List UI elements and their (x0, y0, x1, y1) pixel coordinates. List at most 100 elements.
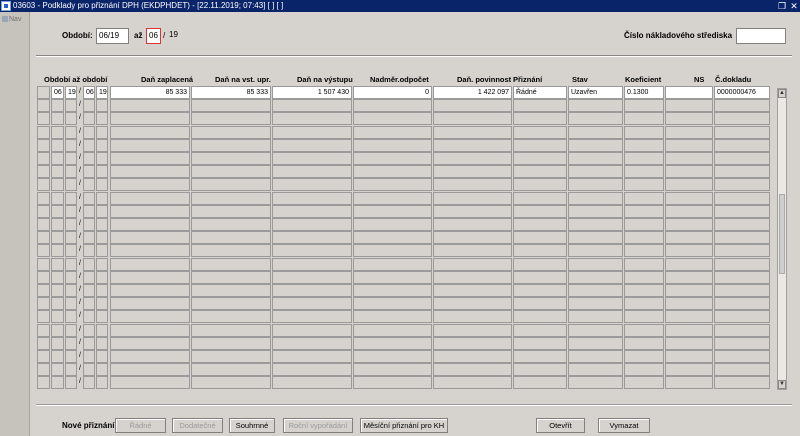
open-button[interactable]: Otevřít (536, 418, 585, 433)
cell-declaration[interactable] (513, 270, 567, 284)
cell-tax-input-adj[interactable] (191, 350, 271, 363)
cell-tax-liability[interactable] (433, 231, 512, 245)
cell-sel[interactable] (37, 178, 50, 192)
cell-ns[interactable] (665, 138, 713, 152)
cell-doc-no[interactable] (714, 204, 770, 218)
cell-declaration[interactable] (513, 323, 567, 337)
cell-declaration[interactable]: Řádné (513, 86, 567, 99)
cell-tax-paid[interactable] (110, 270, 190, 284)
table-scrollbar[interactable]: ▲ ▼ (777, 88, 787, 390)
cell-doc-no[interactable] (714, 363, 770, 377)
cell-tax-input-adj[interactable] (191, 112, 271, 126)
cell-to-year[interactable] (96, 363, 108, 377)
cell-tax-output[interactable] (272, 310, 352, 324)
cell-doc-no[interactable] (714, 284, 770, 297)
cell-sel[interactable] (37, 350, 50, 363)
cell-tax-liability[interactable] (433, 336, 512, 350)
cell-from-year[interactable] (65, 376, 77, 390)
cell-to-year[interactable] (96, 112, 108, 126)
cell-doc-no[interactable] (714, 99, 770, 113)
cell-doc-no[interactable] (714, 152, 770, 165)
cell-tax-paid[interactable] (110, 231, 190, 245)
cell-to-month[interactable] (83, 363, 95, 377)
cell-declaration[interactable] (513, 99, 567, 113)
cell-excess-deduction[interactable] (353, 257, 432, 271)
cell-ns[interactable] (665, 297, 713, 311)
summary-button[interactable]: Souhrnné (229, 418, 275, 433)
cell-to-month[interactable] (83, 191, 95, 205)
cell-excess-deduction[interactable] (353, 284, 432, 297)
cell-coefficient[interactable]: 0.1300 (624, 86, 664, 99)
cell-tax-liability[interactable] (433, 244, 512, 258)
cell-coefficient[interactable] (624, 218, 664, 231)
cell-tax-liability[interactable] (433, 99, 512, 113)
cell-tax-paid[interactable] (110, 376, 190, 390)
cell-coefficient[interactable] (624, 178, 664, 192)
delete-button[interactable]: Vymazat (598, 418, 650, 433)
cell-sel[interactable] (37, 257, 50, 271)
cell-state[interactable] (568, 350, 623, 363)
cell-tax-input-adj[interactable] (191, 152, 271, 165)
cell-to-month[interactable] (83, 152, 95, 165)
cell-state[interactable] (568, 336, 623, 350)
cell-coefficient[interactable] (624, 376, 664, 390)
cell-sel[interactable] (37, 363, 50, 377)
cell-coefficient[interactable] (624, 350, 664, 363)
cell-doc-no[interactable] (714, 323, 770, 337)
cell-to-month[interactable] (83, 323, 95, 337)
scroll-up-icon[interactable]: ▲ (778, 89, 786, 98)
cell-declaration[interactable] (513, 165, 567, 179)
cell-to-year[interactable]: 19 (96, 86, 108, 99)
annual-settlement-button[interactable]: Roční vypořádání (283, 418, 353, 433)
cell-to-month[interactable] (83, 284, 95, 297)
cell-to-month[interactable] (83, 310, 95, 324)
cell-declaration[interactable] (513, 191, 567, 205)
cell-excess-deduction[interactable] (353, 310, 432, 324)
cell-tax-input-adj[interactable] (191, 99, 271, 113)
cell-sel[interactable] (37, 204, 50, 218)
cell-from-month[interactable] (51, 191, 64, 205)
cell-declaration[interactable] (513, 244, 567, 258)
cell-declaration[interactable] (513, 363, 567, 377)
cell-to-year[interactable] (96, 350, 108, 363)
cell-tax-input-adj[interactable] (191, 218, 271, 231)
cell-ns[interactable] (665, 310, 713, 324)
scroll-thumb[interactable] (779, 194, 785, 274)
cell-to-month[interactable]: 06 (83, 86, 95, 99)
cell-declaration[interactable] (513, 350, 567, 363)
cell-excess-deduction[interactable] (353, 165, 432, 179)
cell-doc-no[interactable] (714, 376, 770, 390)
cell-tax-input-adj[interactable] (191, 231, 271, 245)
cell-ns[interactable] (665, 376, 713, 390)
cell-tax-output[interactable] (272, 323, 352, 337)
cell-ns[interactable] (665, 284, 713, 297)
cell-state[interactable] (568, 204, 623, 218)
cell-tax-output[interactable] (272, 165, 352, 179)
cell-ns[interactable] (665, 125, 713, 139)
cell-from-month[interactable] (51, 218, 64, 231)
cell-coefficient[interactable] (624, 270, 664, 284)
cell-tax-paid[interactable] (110, 152, 190, 165)
cell-tax-liability[interactable] (433, 204, 512, 218)
cell-state[interactable] (568, 310, 623, 324)
cell-tax-paid[interactable] (110, 350, 190, 363)
cell-tax-liability[interactable] (433, 165, 512, 179)
cell-tax-input-adj[interactable] (191, 204, 271, 218)
cell-tax-liability[interactable] (433, 178, 512, 192)
period-to-year-input[interactable]: 19 (167, 28, 180, 44)
cell-coefficient[interactable] (624, 363, 664, 377)
cell-from-month[interactable] (51, 125, 64, 139)
cell-tax-input-adj[interactable] (191, 297, 271, 311)
cell-tax-output[interactable] (272, 99, 352, 113)
cell-declaration[interactable] (513, 297, 567, 311)
cell-sel[interactable] (37, 165, 50, 179)
cell-excess-deduction[interactable] (353, 218, 432, 231)
cell-coefficient[interactable] (624, 204, 664, 218)
cell-sel[interactable] (37, 138, 50, 152)
cell-from-year[interactable] (65, 284, 77, 297)
cell-state[interactable] (568, 125, 623, 139)
cell-sel[interactable] (37, 218, 50, 231)
cell-tax-paid[interactable] (110, 244, 190, 258)
cell-to-year[interactable] (96, 138, 108, 152)
cell-from-month[interactable] (51, 310, 64, 324)
